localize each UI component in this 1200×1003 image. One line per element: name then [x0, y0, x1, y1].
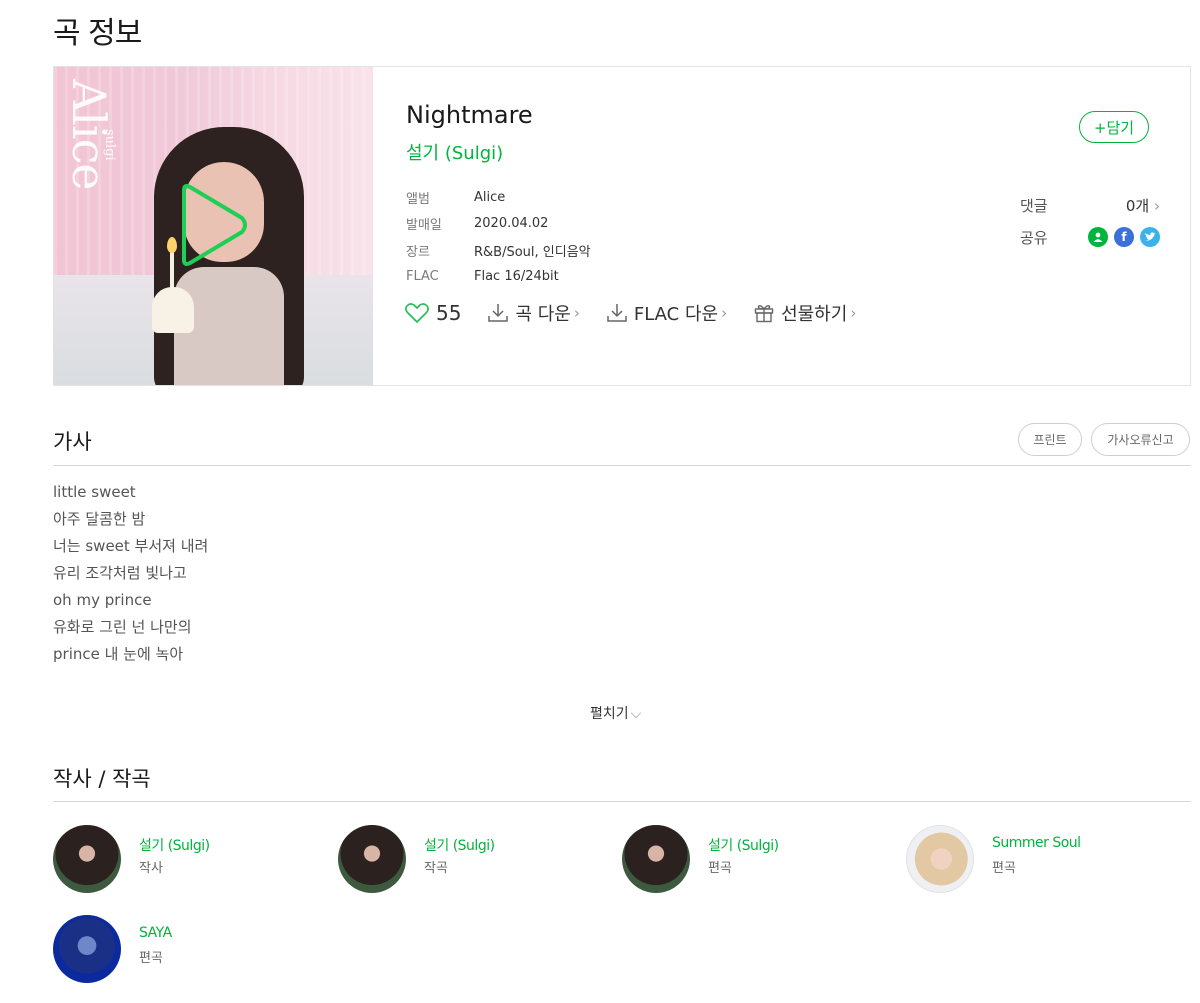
- lyric-line: oh my prince: [53, 591, 152, 609]
- lyric-line: 너는 sweet 부서져 내려: [53, 537, 209, 555]
- share-label: 공유: [1020, 228, 1048, 247]
- lyric-line: 유리 조각처럼 빛나고: [53, 564, 187, 582]
- song-title: Nightmare: [406, 101, 533, 129]
- download-icon: [488, 304, 509, 322]
- meta-value: 2020.04.02: [474, 216, 549, 232]
- album-link[interactable]: Alice: [474, 190, 505, 205]
- comments-label: 댓글: [1020, 196, 1048, 215]
- avatar[interactable]: [53, 915, 121, 983]
- gift-label: 선물하기: [781, 304, 848, 325]
- meta-row-album: 앨범 Alice: [406, 184, 591, 211]
- album-art-cupcake: [152, 287, 194, 333]
- credit-item: Summer Soul 편곡: [906, 825, 1166, 895]
- song-actions: 55 곡 다운 › FLAC 다운 › 선물하기 ›: [404, 300, 882, 326]
- expand-label: 펼치기: [590, 706, 629, 722]
- comments-row[interactable]: 댓글 0개 ›: [1020, 189, 1160, 221]
- page-title: 곡 정보: [53, 16, 142, 51]
- avatar[interactable]: [53, 825, 121, 893]
- credit-item: 설기 (Sulgi) 작곡: [338, 825, 598, 895]
- meta-row-release-date: 발매일 2020.04.02: [406, 211, 591, 238]
- share-icons: f: [1088, 227, 1160, 247]
- gift-icon: [754, 304, 774, 323]
- credit-role: 작사: [139, 861, 163, 876]
- friend-share-icon[interactable]: [1088, 227, 1108, 247]
- credit-item: 설기 (Sulgi) 편곡: [622, 825, 882, 895]
- chevron-right-icon: ›: [721, 304, 728, 322]
- credits-divider: [53, 801, 1191, 802]
- meta-label: FLAC: [406, 269, 439, 285]
- like-count: 55: [436, 301, 462, 325]
- avatar[interactable]: [338, 825, 406, 893]
- download-icon: [607, 304, 627, 322]
- avatar[interactable]: [906, 825, 974, 893]
- share-row: 공유 f: [1020, 221, 1160, 253]
- credit-item: 설기 (Sulgi) 작사: [53, 825, 313, 895]
- play-icon[interactable]: [176, 180, 252, 270]
- lyric-line: little sweet: [53, 483, 136, 501]
- credit-name[interactable]: 설기 (Sulgi): [708, 835, 779, 855]
- add-to-playlist-button[interactable]: +담기: [1079, 111, 1149, 143]
- like-button[interactable]: 55: [404, 301, 461, 325]
- song-info-panel: Alice sulgi Nightmare 설기 (Sulgi) 앨범 Alic…: [53, 66, 1191, 386]
- print-button[interactable]: 프린트: [1018, 423, 1082, 456]
- song-download-label: 곡 다운: [515, 304, 571, 325]
- twitter-icon[interactable]: [1140, 227, 1160, 247]
- meta-value: R&B/Soul, 인디음악: [474, 244, 591, 260]
- chevron-right-icon: ›: [850, 304, 857, 322]
- lyrics-section-title: 가사: [53, 430, 92, 454]
- chevron-right-icon: ›: [1154, 196, 1160, 215]
- lyric-line: 아주 달콤한 밤: [53, 510, 146, 528]
- comments-count: 0개: [1125, 196, 1150, 215]
- lyric-line: 유화로 그린 넌 나만의: [53, 618, 192, 636]
- expand-lyrics-button[interactable]: 펼치기 ⌵: [590, 703, 641, 723]
- credit-name[interactable]: 설기 (Sulgi): [424, 835, 495, 855]
- bird-icon: [1145, 232, 1156, 241]
- credit-name[interactable]: SAYA: [139, 925, 172, 941]
- avatar[interactable]: [622, 825, 690, 893]
- meta-label: 장르: [406, 244, 430, 260]
- chevron-down-icon: ⌵: [630, 706, 642, 722]
- facebook-icon[interactable]: f: [1114, 227, 1134, 247]
- song-side-meta: 댓글 0개 › 공유 f: [1020, 189, 1160, 253]
- heart-icon: [405, 303, 429, 323]
- flac-download-label: FLAC 다운: [633, 304, 719, 325]
- credits-section-title: 작사 / 작곡: [53, 767, 151, 791]
- credit-name[interactable]: Summer Soul: [992, 835, 1081, 851]
- meta-label: 발매일: [406, 218, 442, 234]
- flac-download-button[interactable]: FLAC 다운 ›: [606, 300, 727, 326]
- album-art[interactable]: Alice sulgi: [54, 67, 373, 385]
- credit-item: SAYA 편곡: [53, 915, 313, 985]
- credit-name[interactable]: 설기 (Sulgi): [139, 835, 210, 855]
- gift-button[interactable]: 선물하기 ›: [753, 300, 856, 326]
- song-download-button[interactable]: 곡 다운 ›: [487, 300, 580, 326]
- album-art-subtitle: sulgi: [102, 129, 117, 161]
- report-lyrics-error-button[interactable]: 가사오류신고: [1091, 423, 1190, 456]
- meta-row-flac: FLAC Flac 16/24bit: [406, 264, 591, 291]
- artist-link[interactable]: 설기 (Sulgi): [406, 139, 503, 165]
- comments-count-wrap: 0개 ›: [1126, 195, 1160, 216]
- credit-role: 작곡: [424, 861, 448, 876]
- credit-role: 편곡: [992, 861, 1016, 876]
- meta-label: 앨범: [406, 191, 430, 207]
- lyrics-text: little sweet 아주 달콤한 밤 너는 sweet 부서져 내려 유리…: [53, 481, 208, 670]
- person-icon: [1093, 232, 1103, 242]
- album-art-candle: [170, 250, 174, 288]
- lyrics-divider: [53, 465, 1191, 466]
- meta-row-genre: 장르 R&B/Soul, 인디음악: [406, 237, 591, 264]
- meta-value: Flac 16/24bit: [474, 269, 559, 285]
- chevron-right-icon: ›: [573, 304, 580, 322]
- credit-role: 편곡: [139, 951, 163, 966]
- song-meta: 앨범 Alice 발매일 2020.04.02 장르 R&B/Soul, 인디음…: [406, 184, 591, 290]
- credit-role: 편곡: [708, 861, 732, 876]
- lyric-line: prince 내 눈에 녹아: [53, 645, 184, 663]
